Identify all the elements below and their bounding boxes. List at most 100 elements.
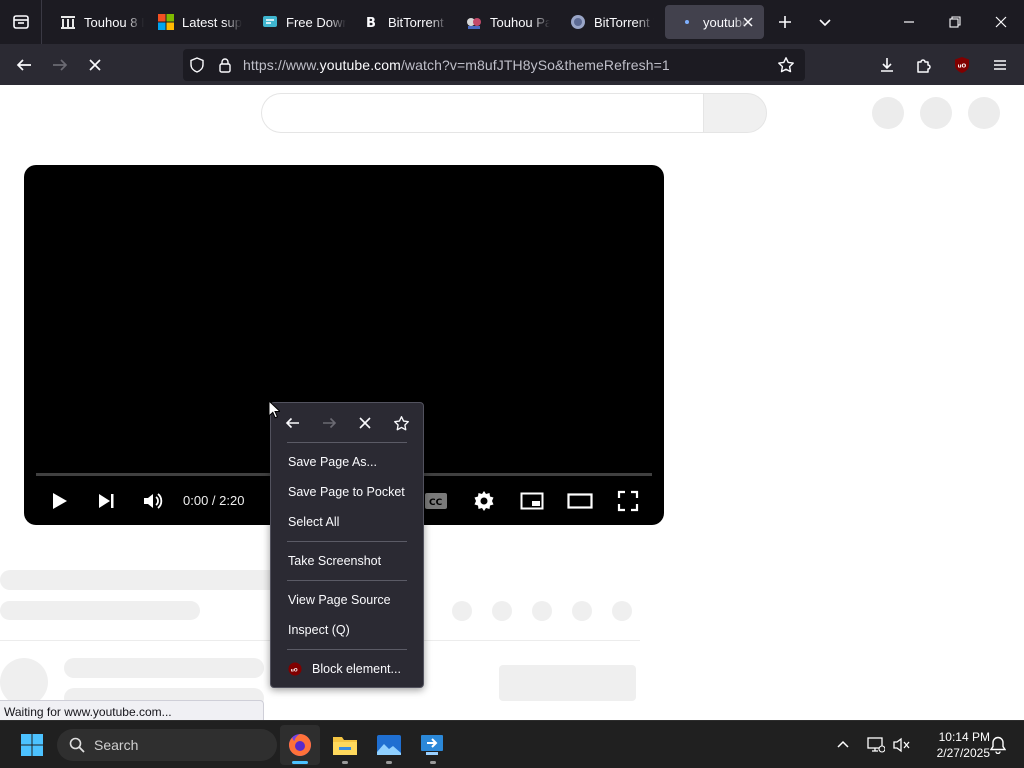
close-tab-icon[interactable] bbox=[740, 14, 756, 30]
url-bar[interactable]: https://www.youtube.com/watch?v=m8ufJTH8… bbox=[183, 49, 805, 81]
taskbar-photos[interactable] bbox=[369, 725, 409, 765]
remote-desktop-icon bbox=[421, 735, 443, 755]
volume-status-button[interactable] bbox=[884, 725, 920, 765]
url-text[interactable]: https://www.youtube.com/watch?v=m8ufJTH8… bbox=[243, 57, 670, 73]
menu-item-inspect[interactable]: Inspect (Q) bbox=[272, 617, 422, 643]
tab-latest-supported[interactable]: Latest supported Windows bbox=[144, 5, 250, 39]
tab-overview-button[interactable] bbox=[0, 0, 42, 44]
arrow-right-icon bbox=[323, 417, 337, 429]
menu-item-view-page-source[interactable]: View Page Source bbox=[272, 587, 422, 613]
ublock-shield-icon: uO bbox=[955, 57, 969, 73]
avatar-placeholder bbox=[920, 97, 952, 129]
close-icon bbox=[89, 59, 101, 71]
subtitle-skeleton bbox=[0, 601, 200, 620]
app-menu-button[interactable] bbox=[985, 50, 1015, 80]
tab-bittorrent-web[interactable]: BitTorrent Web bbox=[556, 5, 660, 39]
notifications-button[interactable] bbox=[980, 725, 1016, 765]
taskbar-firefox[interactable] bbox=[280, 725, 320, 765]
web-page-content[interactable]: 0:00 / 2:20 CC bbox=[0, 85, 1024, 720]
stop-loading-button[interactable] bbox=[80, 50, 110, 80]
windows-logo-icon bbox=[21, 734, 43, 756]
tab-title: Latest supported Windows bbox=[182, 14, 242, 30]
tab-tray-icon bbox=[12, 15, 29, 29]
avatar-placeholder bbox=[968, 97, 1000, 129]
miniplayer-button[interactable] bbox=[514, 485, 550, 517]
svg-text:uO: uO bbox=[291, 667, 298, 673]
fullscreen-icon bbox=[617, 490, 639, 512]
minimize-icon bbox=[904, 21, 914, 23]
running-indicator bbox=[342, 761, 348, 764]
menu-item-block-element[interactable]: uO Block element... bbox=[272, 656, 422, 682]
url-scheme: https://www. bbox=[243, 57, 320, 73]
running-indicator bbox=[386, 761, 392, 764]
tab-title: BitTorrent Web bbox=[594, 14, 654, 30]
folder-icon bbox=[333, 737, 357, 755]
channel-avatar-skeleton bbox=[0, 658, 48, 706]
search-placeholder: Search bbox=[94, 737, 139, 753]
avatar-placeholder bbox=[872, 97, 904, 129]
play-icon bbox=[53, 493, 67, 509]
taskbar-remote-app[interactable] bbox=[413, 725, 453, 765]
mute-button[interactable] bbox=[135, 485, 171, 517]
volume-icon bbox=[144, 493, 163, 509]
settings-button[interactable] bbox=[466, 485, 502, 517]
menu-item-save-to-pocket[interactable]: Save Page to Pocket bbox=[272, 479, 422, 505]
chevron-up-icon bbox=[837, 740, 849, 748]
channel-name-skeleton bbox=[64, 658, 264, 678]
tab-touhou-8[interactable]: Touhou 8 Imperishable Night bbox=[46, 5, 150, 39]
hamburger-menu-icon bbox=[994, 60, 1006, 70]
tracking-protection-shield-icon[interactable] bbox=[189, 57, 205, 76]
show-hidden-icons-button[interactable] bbox=[825, 725, 861, 765]
svg-text:B: B bbox=[366, 16, 376, 30]
menu-item-save-page-as[interactable]: Save Page As... bbox=[272, 449, 422, 475]
bittorrent-web-icon bbox=[570, 14, 586, 30]
context-stop-button[interactable] bbox=[351, 411, 379, 435]
action-skeleton bbox=[452, 601, 472, 621]
context-forward-button[interactable] bbox=[315, 411, 343, 435]
tab-bittorrent[interactable]: B BitTorrent | Torrent bbox=[350, 5, 454, 39]
restore-button[interactable] bbox=[932, 0, 978, 44]
running-indicator bbox=[430, 761, 436, 764]
bell-icon bbox=[990, 736, 1006, 754]
bookmark-star-icon bbox=[393, 415, 409, 430]
context-bookmark-button[interactable] bbox=[387, 411, 415, 435]
time-display: 0:00 / 2:20 bbox=[183, 493, 245, 508]
ublock-origin-button[interactable]: uO bbox=[947, 50, 977, 80]
lock-icon[interactable] bbox=[217, 57, 233, 76]
tab-youtube[interactable]: youtube bbox=[665, 5, 764, 39]
context-back-button[interactable] bbox=[279, 411, 307, 435]
tab-title: BitTorrent | Torrent bbox=[388, 14, 448, 30]
extensions-button[interactable] bbox=[909, 50, 939, 80]
tab-touhou-patch[interactable]: Touhou Patch Center bbox=[452, 5, 556, 39]
search-icon bbox=[69, 737, 85, 753]
puzzle-piece-icon bbox=[917, 59, 931, 73]
play-button[interactable] bbox=[41, 485, 77, 517]
search-box-placeholder bbox=[261, 93, 704, 133]
title-skeleton bbox=[0, 570, 300, 590]
taskbar-file-explorer[interactable] bbox=[325, 725, 365, 765]
cc-icon: CC bbox=[425, 493, 447, 509]
back-button[interactable] bbox=[9, 50, 39, 80]
speaker-muted-icon bbox=[893, 737, 910, 753]
tab-free-download[interactable]: Free Download bbox=[248, 5, 352, 39]
menu-item-take-screenshot[interactable]: Take Screenshot bbox=[272, 548, 422, 574]
menu-item-select-all[interactable]: Select All bbox=[272, 509, 422, 535]
wiki-columns-icon bbox=[60, 14, 76, 30]
downloads-button[interactable] bbox=[872, 50, 902, 80]
fullscreen-button[interactable] bbox=[610, 485, 646, 517]
download-site-icon bbox=[262, 14, 278, 30]
theater-mode-button[interactable] bbox=[562, 485, 598, 517]
start-button[interactable] bbox=[12, 725, 52, 765]
search-button-placeholder bbox=[703, 93, 767, 133]
minimize-button[interactable] bbox=[886, 0, 932, 44]
bookmark-star-icon[interactable] bbox=[777, 56, 795, 77]
list-all-tabs-button[interactable] bbox=[811, 8, 839, 36]
photos-icon bbox=[377, 735, 401, 755]
next-button[interactable] bbox=[88, 485, 124, 517]
touhou-patch-icon bbox=[466, 14, 482, 30]
close-window-button[interactable] bbox=[978, 0, 1024, 44]
miniplayer-icon bbox=[520, 492, 544, 510]
new-tab-button[interactable] bbox=[771, 8, 799, 36]
taskbar-search-box[interactable]: Search bbox=[57, 729, 277, 761]
forward-button[interactable] bbox=[45, 50, 75, 80]
